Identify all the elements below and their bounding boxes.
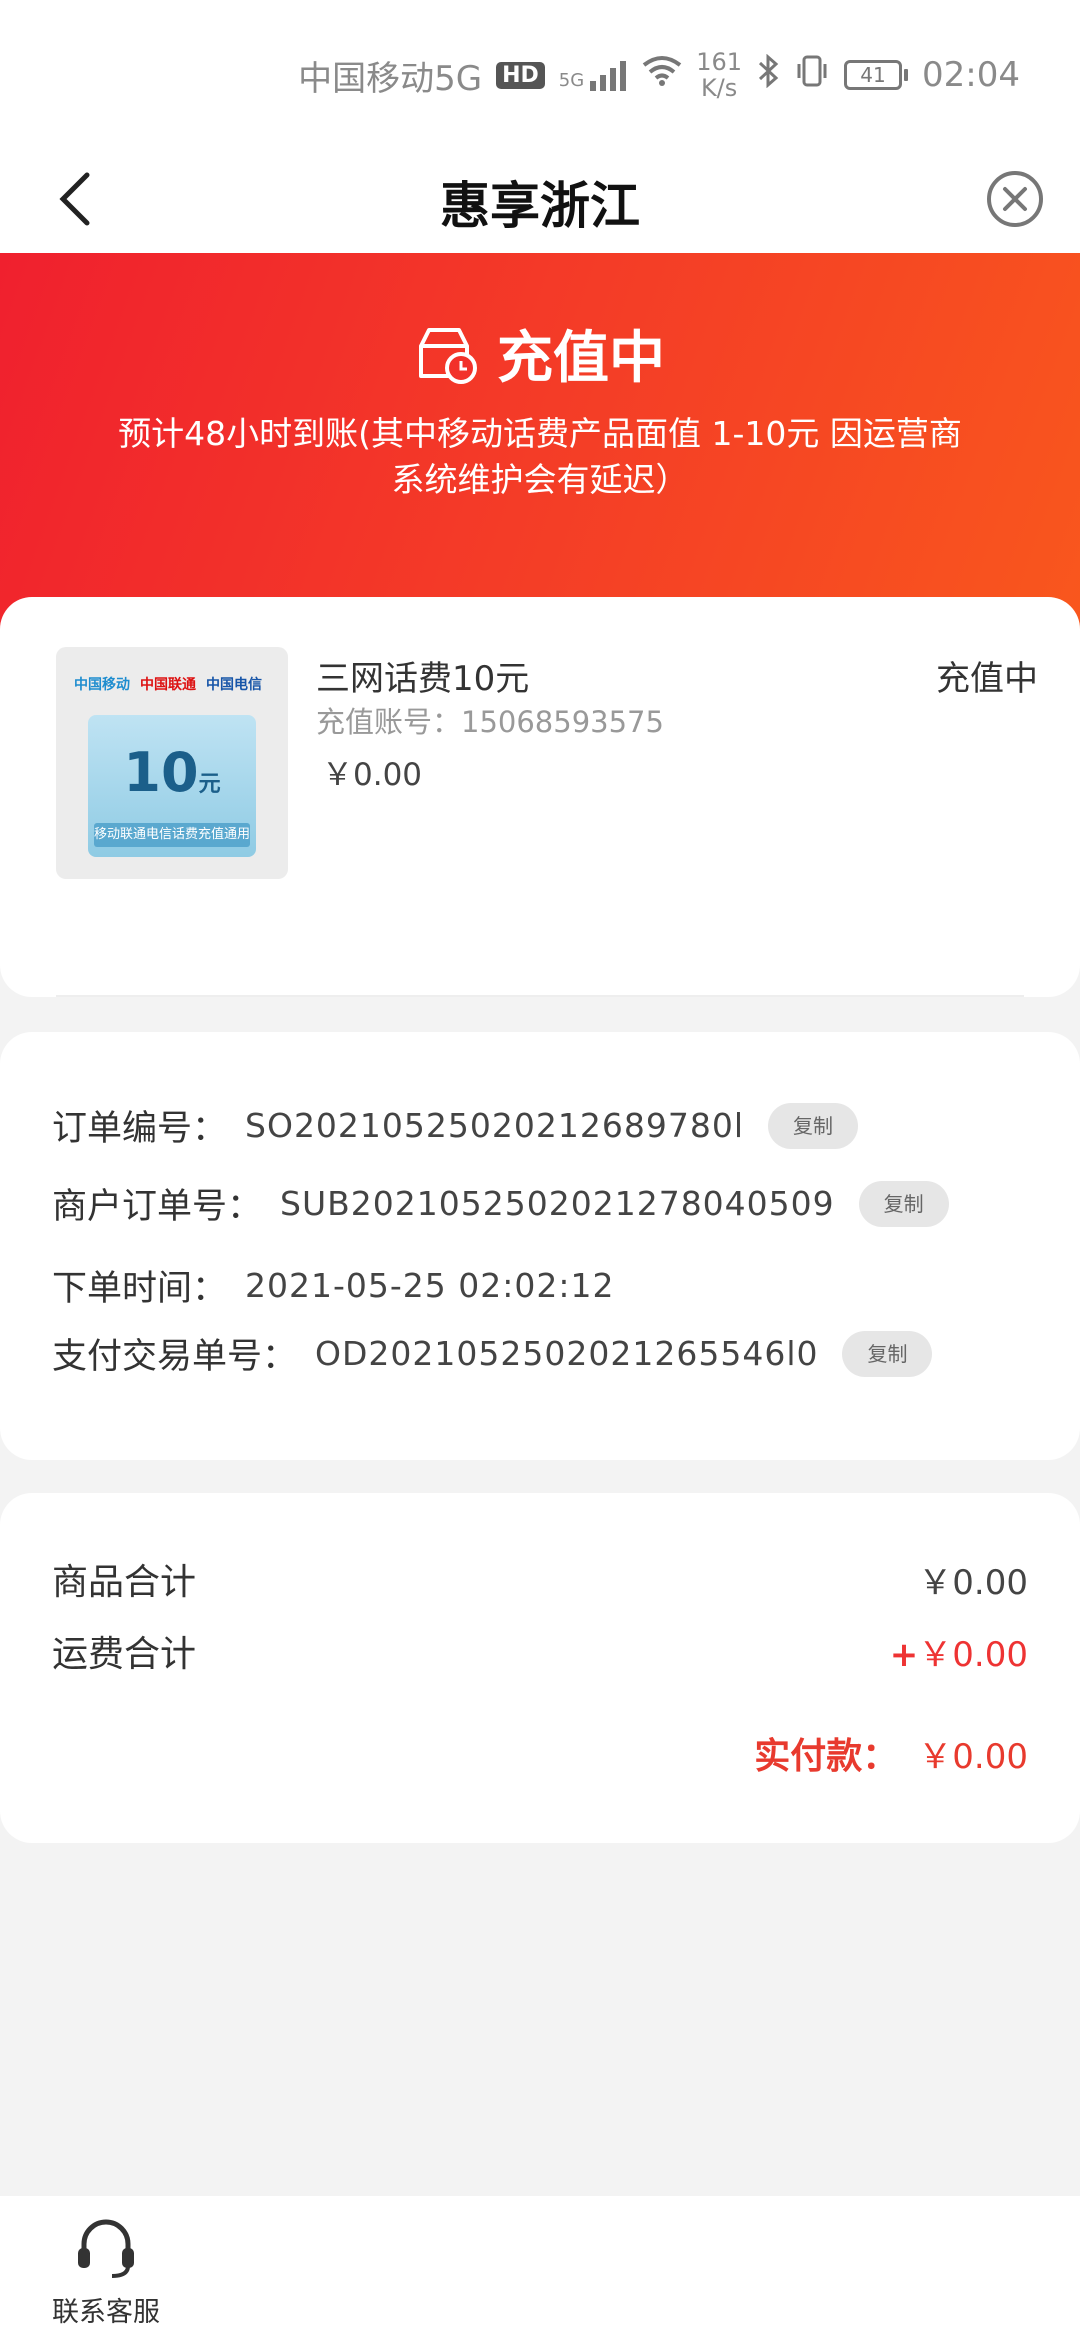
close-circle-icon	[987, 171, 1043, 227]
status-bar: 中国移动5G HD 5G 161 K/s 41 02:04	[0, 0, 1080, 150]
totals-card: 商品合计 ￥0.00 运费合计 +￥0.00	[0, 1493, 1080, 1843]
copy-pay-number-button[interactable]: 复制	[842, 1330, 933, 1377]
divider	[56, 995, 1024, 997]
paid-amount-value: ￥0.00	[918, 1736, 1028, 1777]
status-banner: 充值中 预计48小时到账(其中移动话费产品面值 1-10元 因运营商系统维护会有…	[0, 253, 1080, 643]
product-price: ￥0.00	[322, 757, 423, 793]
pay-number-row: 支付交易单号： OD2021052502021265546l0 复制	[52, 1328, 933, 1379]
order-time-value: 2021-05-25 02:02:12	[245, 1266, 615, 1305]
freight-total-value: +￥0.00	[889, 1634, 1028, 1675]
pending-clock-icon	[419, 327, 477, 384]
product-account: 充值账号：15068593575	[316, 705, 664, 739]
network-type-text: 5G	[558, 70, 585, 91]
order-number-label: 订单编号：	[52, 1109, 228, 1149]
goods-total-value: ￥0.00	[918, 1562, 1028, 1603]
network-speed: 161 K/s	[696, 49, 742, 101]
banner-status: 充值中	[0, 313, 1080, 394]
china-telecom-logo: 中国电信	[206, 677, 262, 693]
battery-icon: 41	[844, 60, 909, 90]
copy-merchant-order-button[interactable]: 复制	[858, 1180, 949, 1227]
product-card: 中国移动 中国联通 中国电信 10元 移动联通电信话费充值通用 三网话费10元 …	[0, 597, 1080, 997]
chevron-left-icon	[59, 172, 90, 226]
thumb-amount: 10元	[123, 741, 221, 804]
plus-sign: +	[889, 1634, 919, 1675]
product-thumbnail: 中国移动 中国联通 中国电信 10元 移动联通电信话费充值通用	[56, 647, 288, 879]
headset-icon	[78, 2219, 134, 2278]
topup-card-image: 10元 移动联通电信话费充值通用	[88, 715, 256, 857]
bottom-bar: 联系客服	[0, 2196, 1080, 2340]
order-info-card: 订单编号： SO20210525020212689780l 复制 商户订单号： …	[0, 1032, 1080, 1460]
order-time-label: 下单时间：	[52, 1269, 228, 1309]
merchant-order-value: SUB2021052502021278040509	[280, 1184, 835, 1223]
carrier-logos: 中国移动 中国联通 中国电信	[74, 667, 274, 701]
product-status: 充值中	[936, 659, 1038, 699]
bluetooth-icon	[756, 53, 780, 97]
order-number-row: 订单编号： SO20210525020212689780l 复制	[52, 1100, 859, 1151]
back-button[interactable]	[40, 164, 110, 234]
merchant-order-label: 商户订单号：	[52, 1187, 263, 1227]
paid-amount-row: 实付款： ￥0.00	[754, 1727, 1028, 1779]
order-number-value: SO20210525020212689780l	[245, 1106, 745, 1145]
paid-amount-label: 实付款：	[754, 1736, 899, 1777]
battery-level: 41	[844, 60, 903, 90]
product-name: 三网话费10元	[316, 659, 530, 699]
goods-total-row: 商品合计 ￥0.00	[52, 1553, 1028, 1605]
goods-total-label: 商品合计	[52, 1562, 197, 1603]
clock-text: 02:04	[922, 55, 1020, 95]
vibrate-icon	[794, 54, 830, 97]
thumb-caption: 移动联通电信话费充值通用	[94, 823, 250, 847]
nav-bar: 惠享浙江	[0, 150, 1080, 253]
banner-note: 预计48小时到账(其中移动话费产品面值 1-10元 因运营商系统维护会有延迟）	[118, 414, 962, 499]
page-title: 惠享浙江	[440, 176, 640, 235]
carrier-text: 中国移动5G	[298, 58, 483, 99]
freight-total-row: 运费合计 +￥0.00	[52, 1625, 1028, 1677]
pay-number-value: OD2021052502021265546l0	[315, 1334, 819, 1373]
order-time-row: 下单时间： 2021-05-25 02:02:12	[52, 1260, 615, 1311]
banner-status-text: 充值中	[497, 326, 665, 391]
wifi-icon	[642, 55, 682, 96]
pay-number-label: 支付交易单号：	[52, 1337, 298, 1377]
copy-order-number-button[interactable]: 复制	[768, 1102, 859, 1149]
china-unicom-logo: 中国联通	[140, 677, 196, 693]
speed-value: 161	[696, 48, 743, 76]
freight-total-label: 运费合计	[52, 1634, 197, 1675]
signal-icon: 5G	[559, 59, 628, 91]
hd-icon: HD	[496, 61, 545, 89]
close-button[interactable]	[980, 164, 1050, 234]
china-mobile-logo: 中国移动	[74, 677, 130, 693]
customer-service-label: 联系客服	[52, 2297, 160, 2328]
customer-service-button[interactable]: 联系客服	[46, 2216, 166, 2336]
speed-unit: K/s	[700, 74, 738, 102]
merchant-order-row: 商户订单号： SUB2021052502021278040509 复制	[52, 1178, 949, 1229]
